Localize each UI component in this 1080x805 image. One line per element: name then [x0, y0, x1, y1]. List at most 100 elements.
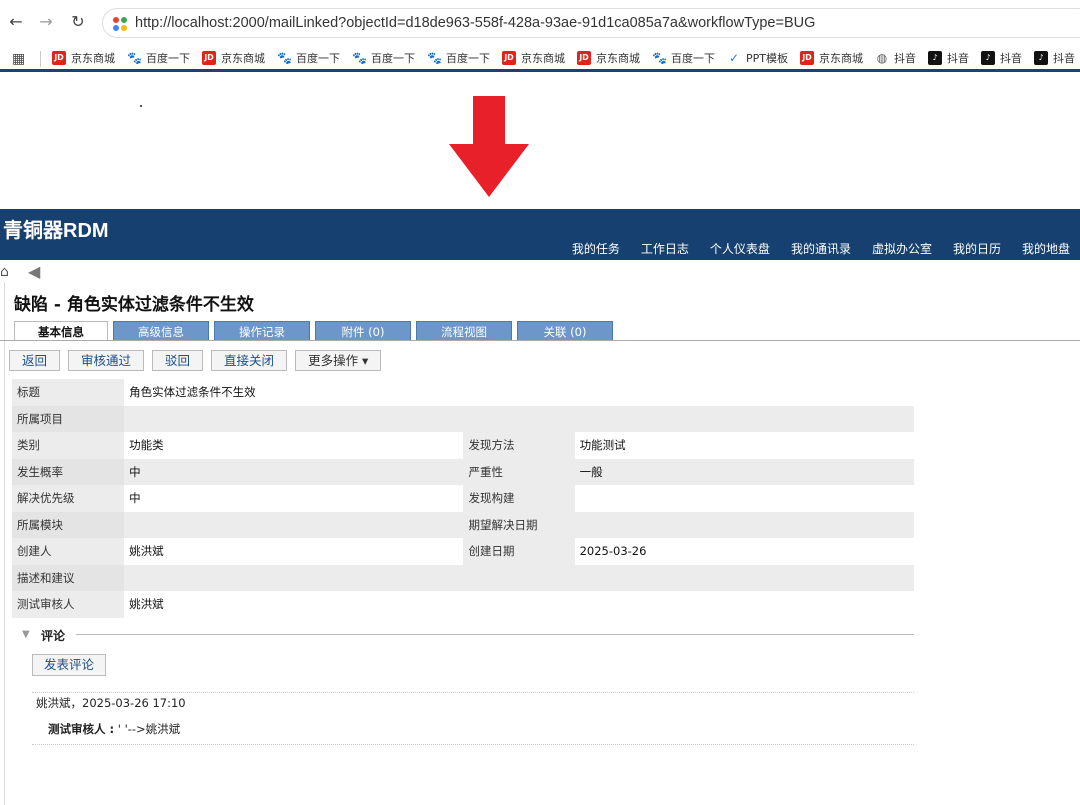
forward-arrow-icon[interactable]: → [36, 12, 56, 32]
baidu-icon: 🐾 [127, 51, 142, 65]
field-value [124, 405, 914, 432]
bookmark-item[interactable]: ✓ PPT模板 [727, 48, 788, 68]
bookmark-list: JD 京东商城 🐾 百度一下 JD 京东商城 🐾 百度一下 🐾 百度一下 🐾 百度一下 JD 京东商城 JD… [52, 48, 1080, 68]
browser-toolbar: ← → ↻ http://localhost:2000/mailLinked?o… [0, 0, 1080, 44]
nav-my-tasks[interactable]: 我的任务 [572, 240, 620, 257]
field-label: 标题 [12, 379, 125, 406]
tab-basic-info[interactable]: 基本信息 [14, 321, 108, 341]
field-label: 严重性 [463, 458, 575, 485]
bookmark-label: 百度一下 [446, 52, 490, 65]
bookmark-label: 京东商城 [819, 52, 863, 65]
divider [76, 634, 914, 635]
bookmark-item[interactable]: 🐾 百度一下 [427, 48, 490, 68]
bookmark-item[interactable]: JD 京东商城 [800, 48, 863, 68]
divider [40, 51, 41, 67]
comment-field: 测试审核人 : [48, 722, 115, 736]
tool-row: ⌂ ◀ [0, 262, 1080, 282]
divider [32, 692, 914, 693]
url-text[interactable]: http://localhost:2000/mailLinked?objectI… [135, 15, 815, 31]
field-value: 中 [124, 458, 464, 485]
back-arrow-icon[interactable]: ← [6, 12, 26, 32]
collapse-triangle-icon[interactable]: ▼ [22, 629, 30, 640]
douyin-icon: ♪ [928, 51, 942, 65]
field-value: 姚洪斌 [124, 591, 914, 618]
field-label: 描述和建议 [12, 564, 125, 591]
field-value: 姚洪斌 [124, 538, 464, 565]
bookmark-label: 京东商城 [521, 52, 565, 65]
home-icon[interactable]: ⌂ [0, 264, 9, 280]
reply-back-icon[interactable]: ◀ [28, 262, 40, 281]
baidu-icon: 🐾 [277, 51, 292, 65]
bookmark-item[interactable]: ♪ 抖音 [981, 48, 1022, 68]
table-row: 发生概率 中 严重性 一般 [12, 458, 914, 485]
bookmark-label: 京东商城 [71, 52, 115, 65]
field-label: 所属项目 [12, 405, 125, 432]
douyin-icon: ♪ [1034, 51, 1048, 65]
field-value: 中 [124, 485, 464, 512]
nav-work-log[interactable]: 工作日志 [641, 240, 689, 257]
table-row: 描述和建议 [12, 564, 914, 591]
bookmark-item[interactable]: 🐾 百度一下 [652, 48, 715, 68]
bookmark-label: 抖音 [894, 52, 916, 65]
tab-attachments[interactable]: 附件 (0) [315, 321, 411, 341]
divider [32, 744, 914, 745]
field-label: 创建人 [12, 538, 125, 565]
bookmark-item[interactable]: 🐾 百度一下 [352, 48, 415, 68]
reload-icon[interactable]: ↻ [68, 12, 88, 32]
more-actions-button[interactable]: 更多操作 ▾ [295, 350, 382, 371]
field-label: 解决优先级 [12, 485, 125, 512]
jd-icon: JD [800, 51, 814, 65]
bookmark-item[interactable]: ♪ 抖音 [1034, 48, 1075, 68]
jd-icon: JD [502, 51, 516, 65]
post-comment-button[interactable]: 发表评论 [32, 654, 107, 676]
reject-button[interactable]: 驳回 [152, 350, 204, 371]
apps-grid-icon[interactable]: ▦ [12, 51, 25, 67]
nav-dashboard[interactable]: 个人仪表盘 [710, 240, 770, 257]
baidu-icon: 🐾 [427, 51, 442, 65]
nav-contacts[interactable]: 我的通讯录 [791, 240, 851, 257]
annotation-area [0, 75, 1080, 209]
table-row: 类别 功能类 发现方法 功能测试 [12, 432, 914, 459]
douyin-icon: ♪ [981, 51, 995, 65]
nav-virtual-office[interactable]: 虚拟办公室 [872, 240, 932, 257]
detail-table: 标题 角色实体过滤条件不生效 所属项目 类别 功能类 发现方法 功能测试 发生概… [12, 379, 914, 618]
back-button[interactable]: 返回 [9, 350, 61, 371]
field-value: 角色实体过滤条件不生效 [124, 379, 914, 406]
bookmark-label: 京东商城 [596, 52, 640, 65]
bookmark-item[interactable]: JD 京东商城 [502, 48, 565, 68]
bookmark-label: 抖音 [947, 52, 969, 65]
bookmark-item[interactable]: ♪ 抖音 [928, 48, 969, 68]
nav-my-space[interactable]: 我的地盘 [1022, 240, 1070, 257]
close-button[interactable]: 直接关闭 [211, 350, 288, 371]
comment-section-header[interactable]: ▼ 评论 [22, 627, 914, 643]
comment-meta: 姚洪斌，2025-03-26 17:10 [36, 696, 186, 710]
bookmark-item[interactable]: ◍ 抖音 [875, 48, 916, 68]
bookmark-item[interactable]: JD 京东商城 [577, 48, 640, 68]
globe-icon: ◍ [876, 51, 888, 65]
bookmark-item[interactable]: JD 京东商城 [202, 48, 265, 68]
approve-button[interactable]: 审核通过 [68, 350, 145, 371]
page-title: 缺陷 - 角色实体过滤条件不生效 [14, 295, 254, 315]
bookmark-item[interactable]: JD 京东商城 [52, 48, 115, 68]
jd-icon: JD [52, 51, 66, 65]
tab-relations[interactable]: 关联 (0) [517, 321, 613, 341]
field-label: 所属模块 [12, 511, 125, 538]
bookmark-item[interactable]: 🐾 百度一下 [127, 48, 190, 68]
jd-icon: JD [577, 51, 591, 65]
ppt-icon: ✓ [728, 51, 740, 65]
jd-icon: JD [202, 51, 216, 65]
site-info-icon[interactable] [111, 15, 129, 33]
tab-advanced-info[interactable]: 高级信息 [113, 321, 209, 341]
nav-calendar[interactable]: 我的日历 [953, 240, 1001, 257]
field-label: 发现构建 [463, 485, 575, 512]
field-label: 发现方法 [463, 432, 575, 459]
comment-section-label: 评论 [41, 629, 66, 643]
field-value: 2025-03-26 [574, 538, 914, 565]
tab-workflow-view[interactable]: 流程视图 [416, 321, 512, 341]
bookmark-item[interactable]: 🐾 百度一下 [277, 48, 340, 68]
address-bar[interactable]: http://localhost:2000/mailLinked?objectI… [102, 8, 1080, 38]
baidu-icon: 🐾 [652, 51, 667, 65]
tab-operation-log[interactable]: 操作记录 [214, 321, 310, 341]
field-label: 创建日期 [463, 538, 575, 565]
bookmarks-bar: ▦ JD 京东商城 🐾 百度一下 JD 京东商城 🐾 百度一下 🐾 百度一下 🐾 百度一下 JD 京东商城… [0, 44, 1080, 72]
